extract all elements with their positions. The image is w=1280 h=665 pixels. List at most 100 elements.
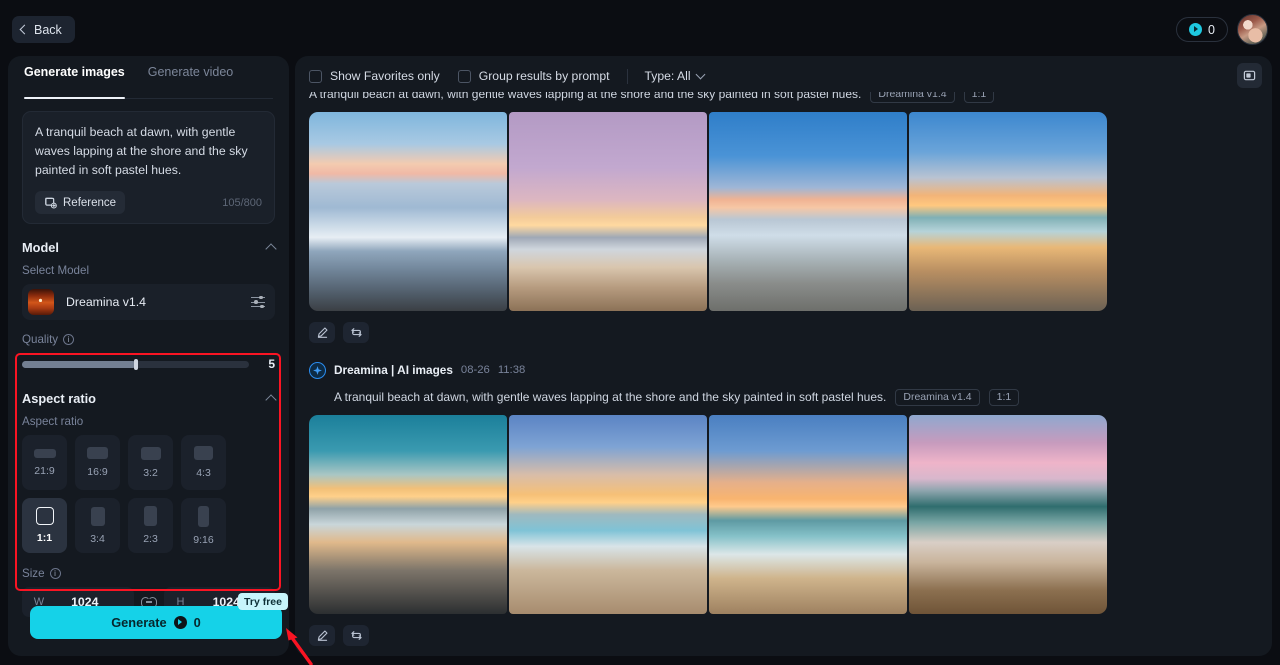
result-post: A tranquil beach at dawn, with gentle wa… [295,92,1272,343]
post-prompt-row: A tranquil beach at dawn, with gentle wa… [309,388,1258,406]
aspect-ratio-shape-icon [144,506,157,526]
result-thumbnail[interactable] [709,112,907,311]
tab-generate-video-label: Generate video [147,65,234,79]
post-time: 11:38 [497,364,526,376]
model-section: Model Select Model Dreamina v1.4 Quality… [22,230,277,375]
model-section-title: Model [22,239,59,255]
tab-generate-images[interactable]: Generate images [24,65,125,99]
try-free-badge[interactable]: Try free [238,593,288,610]
prompt-input-box[interactable]: A tranquil beach at dawn, with gentle wa… [22,111,275,224]
generate-area: Generate 0 Try free [30,593,288,639]
post-actions [309,625,1258,646]
user-avatar[interactable] [1237,14,1268,45]
aspect-ratio-tile-1-1[interactable]: 1:1 [22,498,67,553]
chevron-up-icon[interactable] [265,242,277,255]
group-results-label: Group results by prompt [478,69,610,83]
chevron-left-icon [19,24,30,35]
post-model-chip: Dreamina v1.4 [870,92,955,103]
chevron-up-icon[interactable] [265,393,277,406]
select-model-label-text: Select Model [22,264,90,277]
result-thumbnail[interactable] [509,112,707,311]
aspect-ratio-tile-16-9[interactable]: 16:9 [75,435,120,490]
size-label-text: Size [22,567,45,580]
size-label: Size i [22,567,275,580]
aspect-ratio-shape-icon [33,448,56,458]
result-thumbnail[interactable] [909,112,1107,311]
result-thumbnail[interactable] [509,415,707,614]
aspect-ratio-tile-3-2[interactable]: 3:2 [128,435,173,490]
result-image-grid [309,415,1258,614]
result-post: Dreamina | AI images 08-26 11:38 A tranquil… [295,359,1272,646]
aspect-ratio-tile-9-16[interactable]: 9:16 [181,498,226,553]
model-thumbnail [28,289,54,315]
aspect-ratio-section-header[interactable]: Aspect ratio [22,381,277,415]
edit-button[interactable] [309,322,335,343]
result-thumbnail[interactable] [909,415,1107,614]
result-thumbnail[interactable] [709,415,907,614]
quality-slider-row: 5 [22,353,275,375]
group-results-by-prompt-checkbox[interactable]: Group results by prompt [457,69,610,83]
aspect-ratio-shape-icon [194,446,213,460]
panel-tabs: Generate images Generate video [24,65,273,99]
checkbox-box[interactable] [309,69,322,83]
quality-slider-handle[interactable] [133,358,138,370]
model-section-header[interactable]: Model [22,230,277,264]
aspect-ratio-shape-icon [90,506,105,526]
regenerate-button[interactable] [343,625,369,646]
result-image-grid [309,112,1258,311]
aspect-ratio-tile-label: 21:9 [34,464,55,477]
post-author: Dreamina | AI images [334,363,453,377]
model-name: Dreamina v1.4 [66,295,146,309]
back-button[interactable]: Back [12,16,75,43]
regenerate-icon [350,631,362,640]
results-panel: Show Favorites only Group results by pro… [295,56,1272,656]
reference-button[interactable]: Reference [35,191,126,214]
quality-slider[interactable] [22,358,249,370]
type-filter-label: Type: All [644,69,691,83]
regenerate-button[interactable] [343,322,369,343]
post-model-chip: Dreamina v1.4 [895,388,980,406]
prompt-char-count: 105/800 [222,196,262,209]
dreamina-logo-icon [313,365,322,375]
aspect-ratio-grid: 21:9 16:9 3:2 4:3 1:1 3:4 2:3 9:16 [22,435,275,553]
aspect-ratio-tile-label: 16:9 [87,466,108,478]
credits-pill[interactable]: 0 [1176,17,1228,42]
tab-generate-video[interactable]: Generate video [148,65,233,98]
generate-button[interactable]: Generate 0 [30,606,282,639]
aspect-ratio-tile-4-3[interactable]: 4:3 [181,435,226,490]
results-toolbar: Show Favorites only Group results by pro… [295,60,1272,92]
prompt-footer: Reference 105/800 [35,191,262,214]
post-header: Dreamina | AI images 08-26 11:38 [309,359,1258,381]
panel-layout-toggle[interactable] [1237,63,1262,88]
prompt-text[interactable]: A tranquil beach at dawn, with gentle wa… [35,123,262,180]
aspect-ratio-tile-label: 9:16 [193,533,214,546]
quality-slider-fill [22,360,136,368]
result-thumbnail[interactable] [309,415,507,614]
credit-coin-icon [1189,23,1203,36]
info-icon[interactable]: i [63,334,75,345]
result-thumbnail[interactable] [309,112,507,311]
post-ratio-chip: 1:1 [988,388,1020,406]
checkbox-box[interactable] [457,69,471,83]
aspect-ratio-sub-label-text: Aspect ratio [22,415,84,428]
quality-value: 5 [268,357,275,371]
aspect-ratio-tile-label: 2:3 [143,533,158,545]
aspect-ratio-tile-21-9[interactable]: 21:9 [22,435,67,490]
show-favorites-only-checkbox[interactable]: Show Favorites only [309,69,440,83]
aspect-ratio-tile-label: 1:1 [36,532,53,544]
aspect-ratio-tile-label: 3:2 [143,466,158,479]
aspect-ratio-tile-3-4[interactable]: 3:4 [75,498,120,553]
post-prompt-row: A tranquil beach at dawn, with gentle wa… [309,92,1258,103]
post-prompt: A tranquil beach at dawn, with gentle wa… [309,92,862,101]
results-feed[interactable]: A tranquil beach at dawn, with gentle wa… [295,92,1272,656]
type-filter-dropdown[interactable]: Type: All [644,69,706,83]
aspect-ratio-tile-2-3[interactable]: 2:3 [128,498,173,553]
aspect-ratio-shape-icon [87,447,108,459]
model-selector[interactable]: Dreamina v1.4 [22,284,275,320]
aspect-ratio-shape-icon [198,505,209,527]
reference-button-label: Reference [63,196,117,209]
info-icon[interactable]: i [49,568,61,579]
aspect-ratio-shape-icon [35,507,54,525]
sliders-icon[interactable] [251,295,265,309]
add-image-icon [45,197,57,209]
